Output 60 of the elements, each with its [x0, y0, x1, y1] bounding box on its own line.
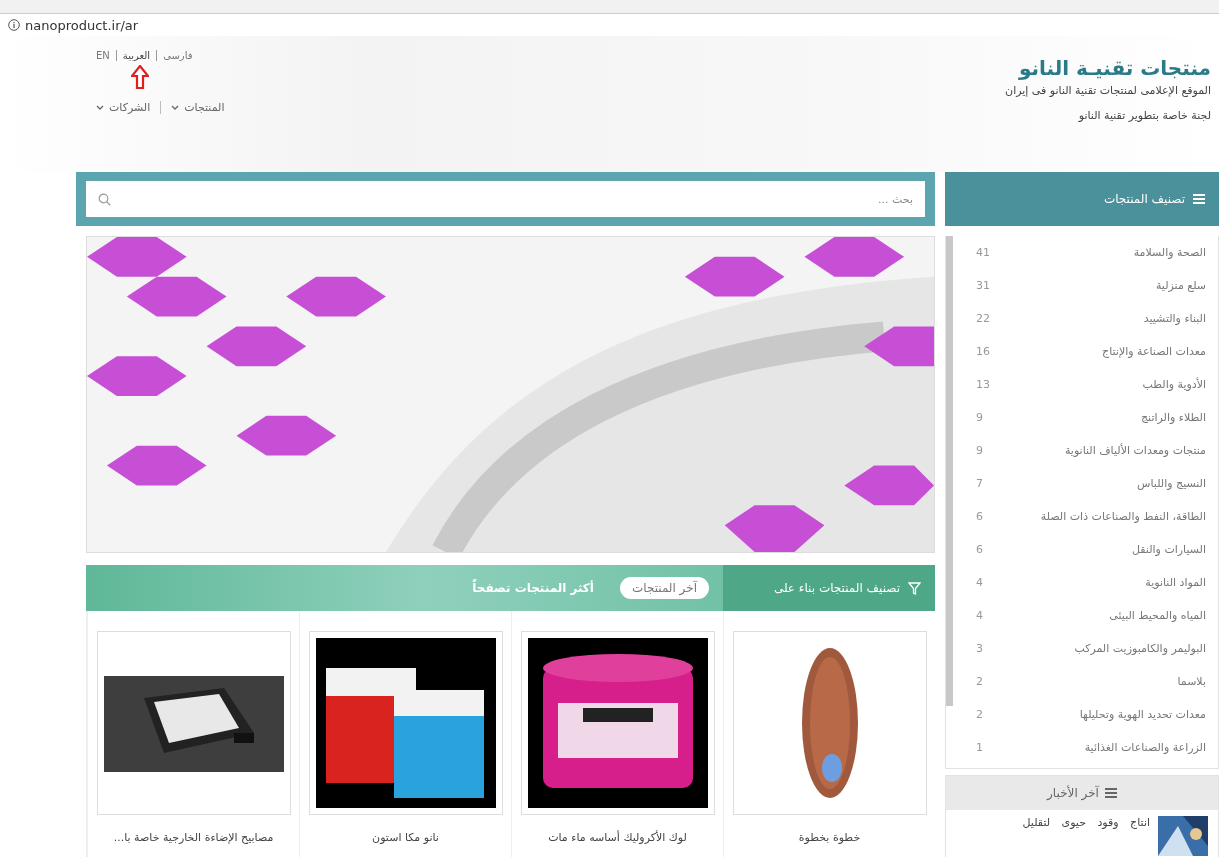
- category-count: 9: [976, 444, 983, 457]
- tab[interactable]: آخر المنتجات: [619, 577, 709, 599]
- product-title[interactable]: نانو مكا استون: [372, 831, 439, 844]
- chevron-down-icon: [171, 105, 180, 110]
- info-icon: [8, 19, 20, 31]
- category-count: 41: [976, 246, 990, 259]
- category-count: 7: [976, 477, 983, 490]
- category-count: 1: [976, 741, 983, 754]
- filter-label: تصنيف المنتجات بناء على: [723, 565, 935, 611]
- category-count: 9: [976, 411, 983, 424]
- menu-icon: [1104, 788, 1117, 798]
- category-link[interactable]: الطلاء والراتنج: [1141, 411, 1206, 424]
- category-count: 6: [976, 543, 983, 556]
- product-title[interactable]: لوك الأكروليك أساسه ماء مات: [548, 831, 687, 844]
- category-count: 31: [976, 279, 990, 292]
- category-link[interactable]: سلع منزلية: [1155, 279, 1206, 292]
- site-tagline: لجنة خاصة بتطوير تقنية النانو: [1077, 109, 1211, 122]
- nav-menu[interactable]: المنتجات: [171, 101, 225, 114]
- category-count: 16: [976, 345, 990, 358]
- product-title[interactable]: مصابيح الإضاءة الخارجية خاصة با...: [113, 831, 274, 844]
- category-link[interactable]: منتجات ومعدات الألياف النانوية: [1064, 444, 1206, 457]
- category-link[interactable]: الأدوية والطب: [1142, 378, 1206, 391]
- filter-icon: [908, 581, 921, 595]
- search-icon: [98, 193, 111, 206]
- news-link[interactable]: انتاج وقود حیوی لتقلیل: [1022, 816, 1150, 830]
- menu-icon: [1193, 194, 1205, 204]
- nav-menu[interactable]: الشركات: [96, 101, 162, 114]
- up-arrow-icon: [131, 65, 149, 89]
- category-link[interactable]: النسيج واللباس: [1137, 477, 1206, 490]
- category-link[interactable]: المواد النانوية: [1145, 576, 1206, 589]
- category-link[interactable]: الزراعة والصناعات الغذائية: [1084, 741, 1206, 754]
- language-link[interactable]: العربية: [122, 50, 158, 61]
- category-count: 22: [976, 312, 990, 325]
- category-link[interactable]: بلاسما: [1177, 675, 1206, 688]
- news-title: آخر الأخبار: [1047, 786, 1099, 800]
- chevron-down-icon: [96, 105, 104, 110]
- language-link[interactable]: EN: [96, 50, 117, 61]
- language-link[interactable]: فارسی: [163, 50, 193, 61]
- address-bar[interactable]: nanoproduct.ir/ar: [0, 13, 1219, 36]
- category-count: 4: [976, 576, 983, 589]
- site-subtitle: الموقع الإعلامی لمنتجات تقنية النانو فی إيران: [1005, 84, 1211, 97]
- category-link[interactable]: معدات الصناعة والإنتاج: [1102, 345, 1206, 358]
- category-link[interactable]: البناء والتشييد: [1143, 312, 1206, 325]
- category-link[interactable]: معدات تحديد الهوية وتحليلها: [1079, 708, 1206, 721]
- category-count: 2: [976, 708, 983, 721]
- category-link[interactable]: المياه والمحيط البيئی: [1109, 609, 1206, 622]
- category-count: 3: [976, 642, 983, 655]
- site-title[interactable]: منتجات تقنيـة النانو: [1005, 56, 1211, 80]
- product-title[interactable]: خطوة بخطوة: [798, 831, 861, 844]
- scrollbar[interactable]: [946, 236, 953, 706]
- category-link[interactable]: السيارات والنقل: [1131, 543, 1206, 556]
- category-link[interactable]: البوليمر والكامبوزيت المركب: [1074, 642, 1206, 655]
- category-count: 13: [976, 378, 990, 391]
- category-count: 6: [976, 510, 983, 523]
- categories-title: تصنيف المنتجات: [1103, 192, 1185, 206]
- category-link[interactable]: الصحة والسلامة: [1133, 246, 1206, 259]
- search-field[interactable]: بحث ...: [86, 181, 925, 217]
- category-count: 2: [976, 675, 983, 688]
- category-count: 4: [976, 609, 983, 622]
- category-link[interactable]: الطاقة، النفط والصناعات ذات الصلة: [1040, 510, 1206, 523]
